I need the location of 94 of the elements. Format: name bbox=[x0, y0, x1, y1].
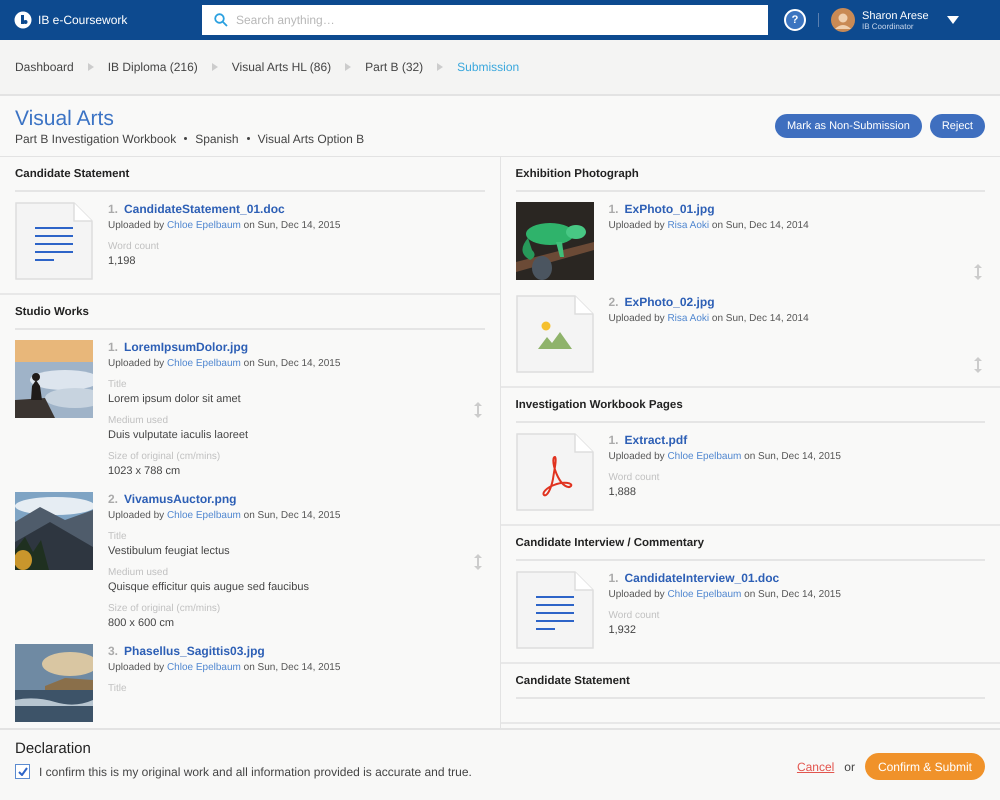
section-title: Investigation Workbook Pages bbox=[516, 388, 985, 423]
file-link[interactable]: CandidateInterview_01.doc bbox=[624, 571, 780, 585]
file-link[interactable]: CandidateStatement_01.doc bbox=[124, 202, 285, 216]
bullet-icon bbox=[246, 137, 250, 140]
page-title: Visual Arts bbox=[15, 106, 115, 130]
file-number: 1. bbox=[608, 202, 619, 216]
document-icon bbox=[516, 571, 594, 649]
chevron-icon bbox=[437, 63, 444, 71]
section-title: Candidate Interview / Commentary bbox=[516, 526, 985, 561]
upload-info: Uploaded by Risa Aoki on Sun, Dec 14, 2014 bbox=[608, 220, 810, 231]
field-value: 1,932 bbox=[608, 624, 638, 636]
meta-text: Spanish bbox=[195, 132, 239, 146]
uploader-link[interactable]: Chloe Epelbaum bbox=[166, 358, 241, 369]
file-number: 1. bbox=[608, 571, 619, 585]
upload-info: Uploaded by Risa Aoki on Sun, Dec 14, 2014 bbox=[608, 313, 810, 324]
file-link[interactable]: VivamusAuctor.png bbox=[124, 492, 236, 506]
breadcrumb-link[interactable]: Dashboard bbox=[15, 60, 74, 74]
field-value: Vestibulum feugiat lectus bbox=[108, 545, 231, 557]
field-value: 1,888 bbox=[608, 486, 638, 498]
field-label: Word count bbox=[608, 472, 660, 483]
upload-info: Uploaded by Chloe Epelbaum on Sun, Dec 14, 2015 bbox=[108, 662, 342, 673]
field-label: Title bbox=[108, 379, 128, 390]
breadcrumb-link[interactable]: Visual Arts HL (86) bbox=[232, 60, 332, 74]
section-title: Candidate Statement bbox=[15, 157, 484, 192]
document-icon bbox=[15, 202, 93, 280]
file-number: 1. bbox=[108, 340, 118, 354]
section-title: Exhibition Photograph bbox=[516, 157, 985, 192]
avatar-icon bbox=[831, 8, 855, 32]
section-title: Studio Works bbox=[15, 295, 484, 330]
file-number: 1. bbox=[608, 433, 619, 447]
file-number: 2. bbox=[608, 295, 619, 309]
checkbox[interactable] bbox=[15, 764, 30, 779]
field-label: Size of original (cm/mins) bbox=[108, 451, 222, 462]
cancel-link[interactable]: Cancel bbox=[796, 760, 834, 774]
field-value: Lorem ipsum dolor sit amet bbox=[108, 393, 242, 405]
uploader-link[interactable]: Chloe Epelbaum bbox=[166, 220, 241, 231]
action-button[interactable]: Reject bbox=[930, 114, 985, 138]
file-number: 3. bbox=[108, 644, 118, 658]
file-number: 1. bbox=[108, 202, 118, 216]
uploader-link[interactable]: Chloe Epelbaum bbox=[667, 451, 742, 462]
logo-icon bbox=[14, 11, 32, 29]
search-field[interactable]: Search anything… bbox=[202, 5, 768, 35]
uploader-link[interactable]: Chloe Epelbaum bbox=[166, 662, 241, 673]
field-label: Title bbox=[108, 531, 128, 542]
field-label: Size of original (cm/mins) bbox=[108, 603, 222, 614]
or-text: or bbox=[844, 760, 855, 774]
field-label: Medium used bbox=[108, 415, 170, 426]
uploader-link[interactable]: Risa Aoki bbox=[667, 313, 710, 324]
field-value: 1,198 bbox=[108, 255, 137, 267]
help-button[interactable]: ? bbox=[784, 9, 806, 31]
file-link[interactable]: Phasellus_Sagittis03.jpg bbox=[124, 644, 265, 658]
reorder-handle-icon[interactable] bbox=[474, 402, 482, 418]
action-button[interactable]: Mark as Non-Submission bbox=[774, 114, 922, 138]
chevron-icon bbox=[88, 63, 94, 71]
field-label: Title bbox=[108, 683, 128, 694]
chevron-icon bbox=[212, 63, 218, 71]
file-link[interactable]: LoremIpsumDolor.jpg bbox=[124, 340, 248, 354]
upload-info: Uploaded by Chloe Epelbaum on Sun, Dec 14, 2015 bbox=[108, 220, 342, 231]
user-name: Sharon Arese bbox=[862, 10, 930, 22]
chevron-icon bbox=[345, 63, 352, 71]
uploader-link[interactable]: Chloe Epelbaum bbox=[166, 510, 241, 521]
file-link[interactable]: ExPhoto_01.jpg bbox=[624, 202, 715, 216]
field-label: Medium used bbox=[108, 567, 170, 578]
reorder-handle-icon[interactable] bbox=[974, 264, 982, 280]
field-value: 1023 x 788 cm bbox=[108, 465, 182, 477]
field-value: 800 x 600 cm bbox=[108, 617, 176, 629]
breadcrumb-link[interactable]: IB Diploma (216) bbox=[108, 60, 198, 74]
declaration-text: I confirm this is my original work and all information provided is accurate and true. bbox=[39, 764, 472, 778]
file-link[interactable]: ExPhoto_02.jpg bbox=[624, 295, 715, 309]
meta-text: Part B Investigation Workbook bbox=[15, 132, 176, 146]
bullet-icon bbox=[184, 137, 188, 140]
field-label: Word count bbox=[108, 241, 160, 252]
reorder-handle-icon[interactable] bbox=[474, 554, 482, 570]
upload-info: Uploaded by Chloe Epelbaum on Sun, Dec 14, 2015 bbox=[608, 451, 842, 462]
declaration-title: Declaration bbox=[15, 740, 92, 757]
uploader-link[interactable]: Risa Aoki bbox=[667, 220, 710, 231]
pdf-file-icon bbox=[516, 433, 594, 511]
field-value: Quisque efficitur quis augue sed faucibus bbox=[108, 581, 310, 593]
upload-info: Uploaded by Chloe Epelbaum on Sun, Dec 14, 2015 bbox=[108, 358, 342, 369]
meta-text: Visual Arts Option B bbox=[258, 132, 364, 146]
file-link[interactable]: Extract.pdf bbox=[624, 433, 688, 447]
caret-icon[interactable] bbox=[947, 16, 959, 24]
section-title: Candidate Statement bbox=[516, 664, 985, 699]
field-label: Word count bbox=[608, 610, 660, 621]
upload-info: Uploaded by Chloe Epelbaum on Sun, Dec 14, 2015 bbox=[608, 589, 842, 600]
upload-info: Uploaded by Chloe Epelbaum on Sun, Dec 14, 2015 bbox=[108, 510, 342, 521]
file-number: 2. bbox=[108, 492, 118, 506]
field-value: Duis vulputate iaculis laoreet bbox=[108, 429, 250, 441]
app-name: IB e-Coursework bbox=[38, 13, 128, 27]
user-role: IB Coordinator bbox=[862, 22, 915, 30]
reorder-handle-icon[interactable] bbox=[974, 357, 982, 373]
uploader-link[interactable]: Chloe Epelbaum bbox=[667, 589, 742, 600]
breadcrumb-link[interactable]: Part B (32) bbox=[365, 60, 424, 74]
image-file-icon bbox=[516, 295, 594, 373]
